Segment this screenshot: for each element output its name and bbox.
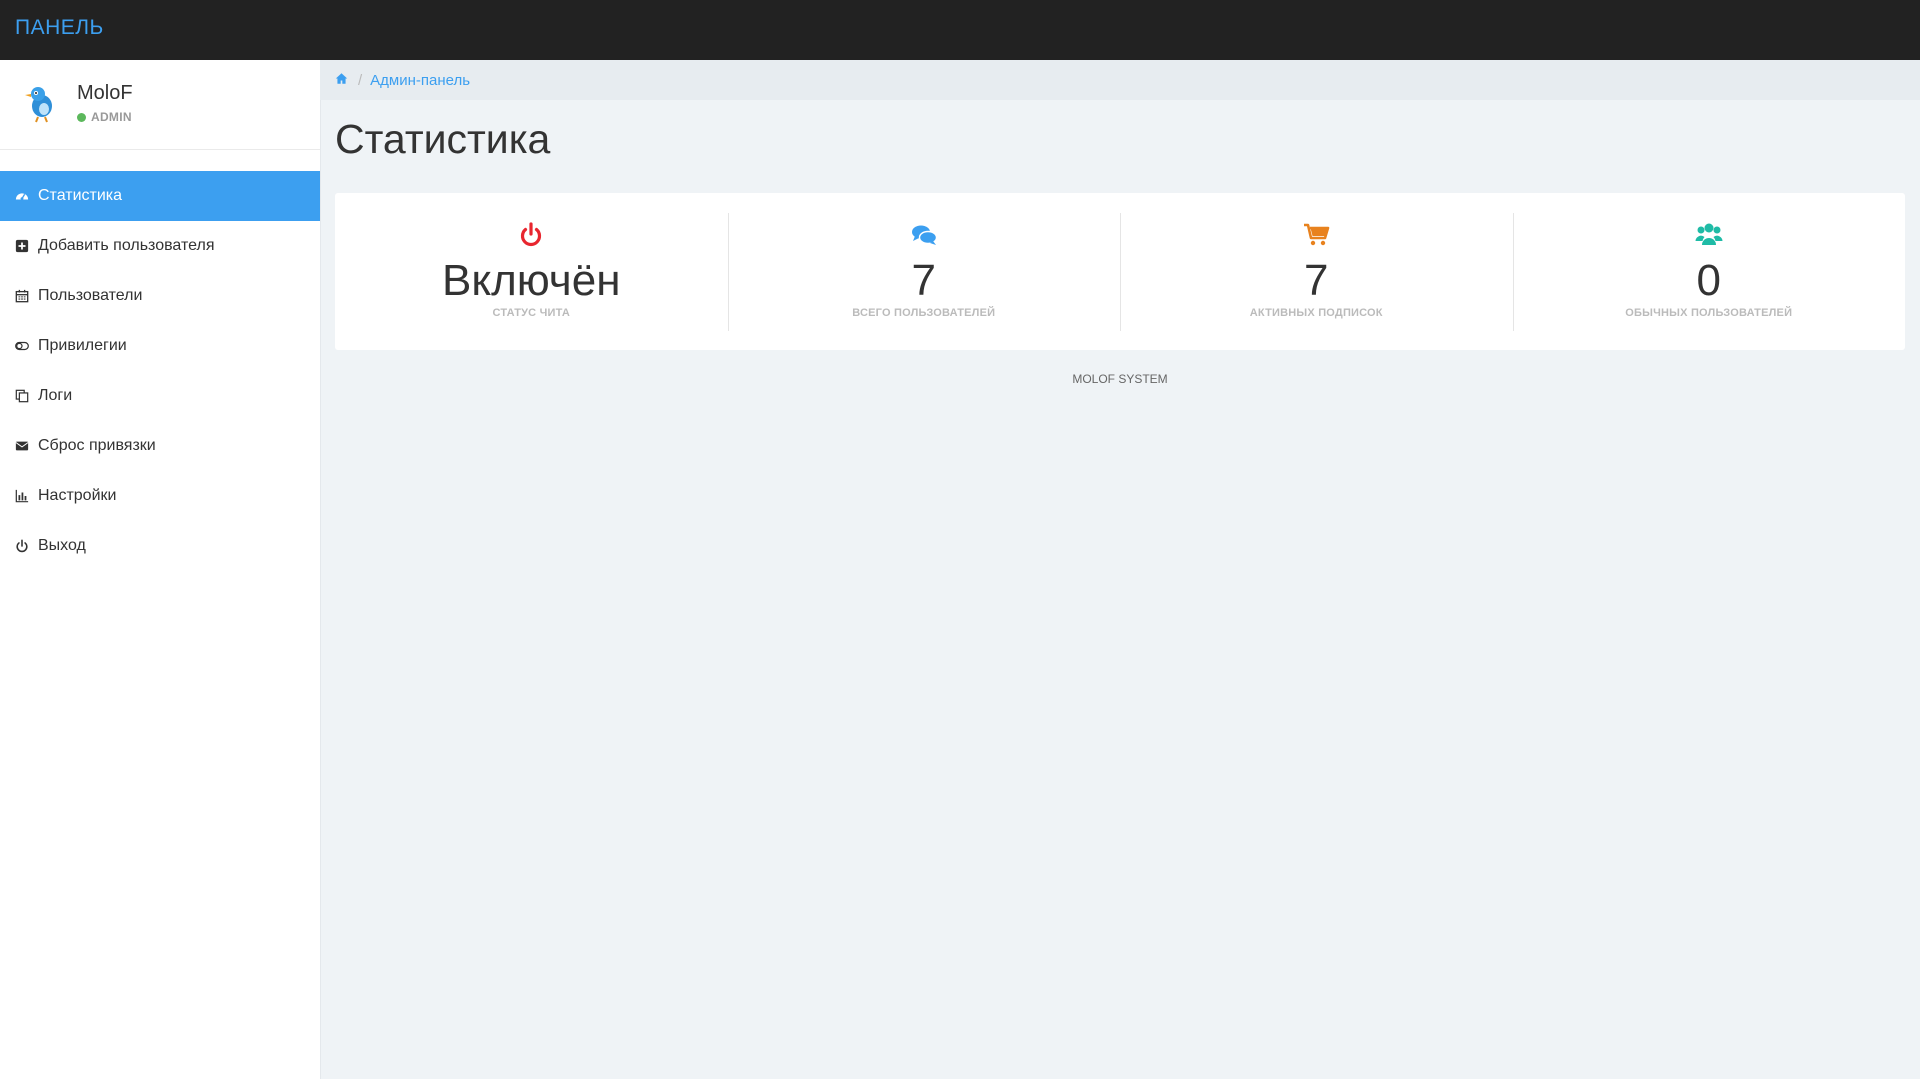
power-icon — [14, 538, 30, 554]
breadcrumb-admin-panel-link[interactable]: Админ-панель — [370, 72, 470, 89]
sidebar-item-privileges[interactable]: Привилегии — [0, 321, 320, 371]
comments-icon — [728, 221, 1121, 249]
stat-cheat-status: Включён СТАТУС ЧИТА — [335, 193, 728, 350]
brand-title[interactable]: ПАНЕЛЬ — [15, 16, 104, 40]
sidebar-item-label: Статистика — [38, 187, 123, 204]
breadcrumb-separator: / — [358, 71, 363, 89]
stat-label: ВСЕГО ПОЛЬЗОВАТЕЛЕЙ — [852, 307, 996, 319]
toggle-icon — [14, 338, 30, 354]
power-icon — [335, 221, 728, 249]
stat-label: СТАТУС ЧИТА — [492, 307, 570, 319]
footer-text: MOLOF SYSTEM — [1072, 372, 1168, 386]
plus-square-icon — [14, 238, 30, 254]
dashboard-icon — [14, 188, 30, 204]
copy-icon — [14, 388, 30, 404]
page-title: Статистика — [335, 116, 551, 162]
sidebar-item-settings[interactable]: Настройки — [0, 471, 320, 521]
sidebar-item-label: Выход — [38, 537, 86, 554]
user-panel: MoloF ADMIN — [0, 60, 320, 150]
sidebar-item-add-user[interactable]: Добавить пользователя — [0, 221, 320, 271]
sidebar-item-statistics[interactable]: Статистика — [0, 171, 320, 221]
stat-value: 0 — [1696, 256, 1721, 305]
user-role-label: ADMIN — [91, 110, 132, 124]
stat-value: 7 — [911, 256, 936, 305]
user-name: MoloF — [77, 82, 133, 104]
user-role: ADMIN — [77, 110, 132, 124]
breadcrumb: / Админ-панель — [320, 60, 1920, 100]
users-icon — [1513, 221, 1906, 249]
stat-label: ОБЫЧНЫХ ПОЛЬЗОВАТЕЛЕЙ — [1625, 307, 1793, 319]
envelope-icon — [14, 438, 30, 454]
stat-label: АКТИВНЫХ ПОДПИСОК — [1249, 307, 1383, 319]
top-navbar: ПАНЕЛЬ — [0, 0, 1920, 60]
sidebar: MoloF ADMIN Статистика Добавить пользова… — [0, 60, 321, 1079]
stats-card: Включён СТАТУС ЧИТА 7 ВСЕГО ПОЛЬЗОВАТЕЛЕ… — [335, 193, 1905, 350]
home-icon[interactable] — [335, 72, 348, 89]
calendar-icon — [14, 288, 30, 304]
sidebar-item-label: Логи — [38, 387, 73, 404]
sidebar-item-label: Привилегии — [38, 337, 127, 354]
avatar — [20, 82, 62, 124]
sidebar-item-label: Сброс привязки — [38, 437, 156, 454]
sidebar-item-label: Добавить пользователя — [38, 237, 215, 254]
stat-regular-users: 0 ОБЫЧНЫХ ПОЛЬЗОВАТЕЛЕЙ — [1512, 193, 1906, 350]
sidebar-item-label: Настройки — [38, 487, 117, 504]
online-status-dot — [77, 112, 86, 122]
sidebar-item-logout[interactable]: Выход — [0, 521, 320, 571]
sidebar-item-logs[interactable]: Логи — [0, 371, 320, 421]
cart-icon — [1120, 221, 1513, 249]
sidebar-item-reset-binding[interactable]: Сброс привязки — [0, 421, 320, 471]
stat-value: 7 — [1304, 256, 1329, 305]
stat-active-subscriptions: 7 АКТИВНЫХ ПОДПИСОК — [1120, 193, 1513, 350]
stat-total-users: 7 ВСЕГО ПОЛЬЗОВАТЕЛЕЙ — [727, 193, 1121, 350]
sidebar-item-users[interactable]: Пользователи — [0, 271, 320, 321]
stat-value: Включён — [442, 256, 621, 305]
sidebar-item-label: Пользователи — [38, 287, 143, 304]
bar-chart-icon — [14, 488, 30, 504]
